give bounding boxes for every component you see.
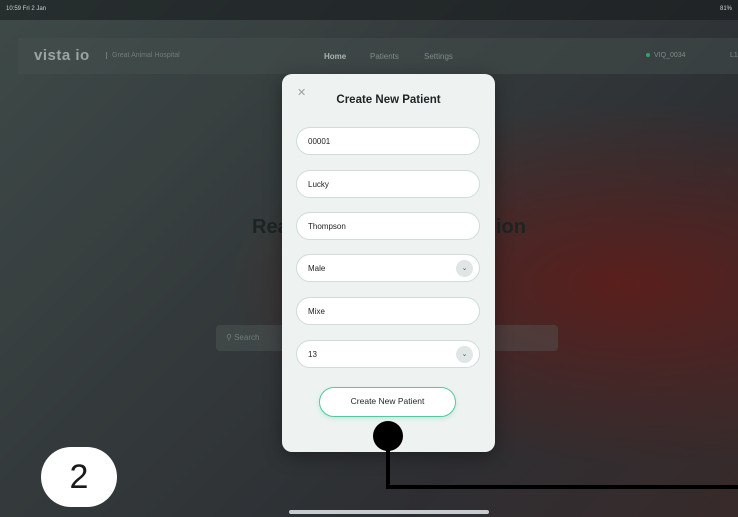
chevron-down-icon[interactable]: ⌄ bbox=[456, 260, 473, 277]
user-avatar[interactable]: L1 bbox=[730, 52, 738, 59]
app-header: vista io Great Animal Hospital Home Pati… bbox=[18, 38, 738, 74]
connected-dot-icon bbox=[646, 53, 650, 58]
first-name-value: Lucky bbox=[308, 180, 329, 189]
callout-line-horizontal bbox=[386, 485, 738, 489]
first-name-field[interactable]: Lucky bbox=[296, 170, 480, 198]
last-name-field[interactable]: Thompson bbox=[296, 212, 480, 240]
page-heading-right: ion bbox=[496, 216, 526, 238]
status-bar: 10:59 Fri 2 Jan 81% bbox=[0, 0, 738, 20]
nav-settings[interactable]: Settings bbox=[424, 52, 453, 61]
search-placeholder: ⚲ Search bbox=[226, 333, 260, 342]
device-status[interactable]: VIQ_0034 bbox=[646, 52, 686, 59]
create-patient-button[interactable]: Create New Patient bbox=[319, 387, 456, 417]
hospital-selector[interactable]: Great Animal Hospital bbox=[106, 52, 180, 59]
modal-title: Create New Patient bbox=[336, 94, 441, 106]
device-name: VIQ_0034 bbox=[654, 52, 686, 59]
breed-value: Mixe bbox=[308, 307, 325, 316]
step-number-badge: 2 bbox=[41, 447, 117, 507]
tablet-screen: 10:59 Fri 2 Jan 81% vista io Great Anima… bbox=[0, 0, 738, 517]
app-logo: vista io bbox=[34, 47, 90, 64]
patient-id-value: 00001 bbox=[308, 137, 331, 146]
age-value: 13 bbox=[308, 350, 317, 359]
home-indicator[interactable] bbox=[289, 510, 489, 514]
chevron-down-icon[interactable]: ⌄ bbox=[456, 346, 473, 363]
breed-field[interactable]: Mixe bbox=[296, 297, 480, 325]
status-time: 10:59 Fri 2 Jan bbox=[6, 6, 47, 12]
nav-patients[interactable]: Patients bbox=[370, 52, 399, 61]
nav-home[interactable]: Home bbox=[324, 52, 346, 61]
battery-indicator: 81% bbox=[719, 6, 732, 12]
sex-value: Male bbox=[308, 264, 326, 273]
patient-id-field[interactable]: 00001 bbox=[296, 127, 480, 155]
callout-dot bbox=[373, 421, 403, 451]
sex-select[interactable]: Male ⌄ bbox=[296, 254, 480, 282]
last-name-value: Thompson bbox=[308, 222, 346, 231]
create-patient-modal: ✕ Create New Patient 00001 Lucky Thompso… bbox=[282, 74, 495, 452]
age-select[interactable]: 13 ⌄ bbox=[296, 340, 480, 368]
